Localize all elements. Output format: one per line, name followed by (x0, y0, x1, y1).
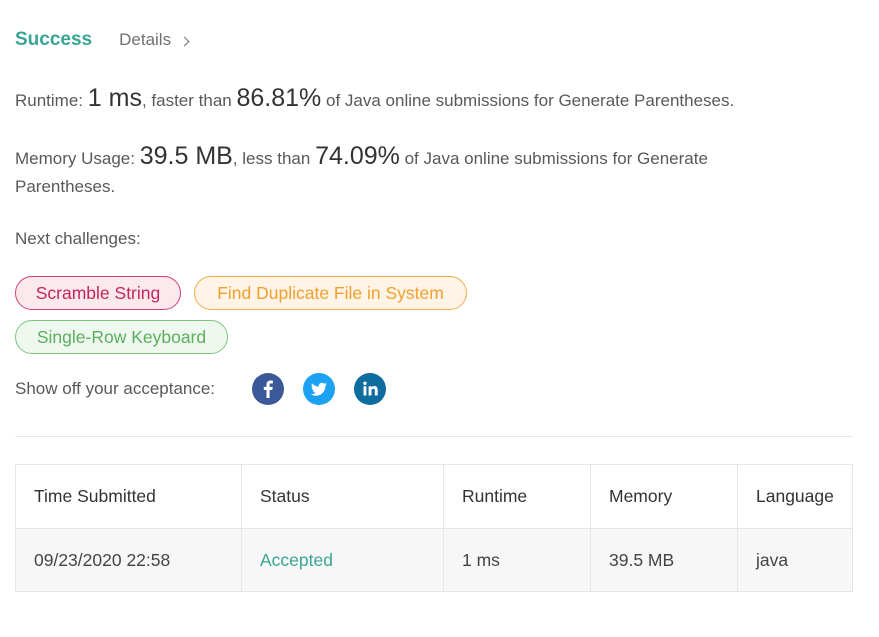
column-header-runtime: Runtime (443, 464, 591, 529)
memory-compare: , less than (232, 149, 311, 168)
memory-stat: Memory Usage: 39.5 MB, less than 74.09% … (15, 142, 815, 201)
details-link[interactable]: Details (119, 30, 190, 50)
runtime-value: 1 ms (87, 84, 142, 112)
column-header-memory: Memory (590, 464, 738, 529)
memory-label: Memory Usage: (15, 149, 135, 168)
runtime-label: Runtime: (15, 91, 84, 110)
column-header-language: Language (737, 464, 853, 529)
memory-value: 39.5 MB (139, 142, 233, 170)
memory-percent: 74.09% (315, 142, 400, 170)
column-header-time-submitted: Time Submitted (15, 464, 242, 529)
challenge-chip-scramble-string[interactable]: Scramble String (15, 276, 181, 310)
chevron-right-icon (179, 36, 190, 46)
runtime-stat: Runtime: 1 ms, faster than 86.81% of Jav… (15, 84, 815, 115)
cell-time-submitted: 09/23/2020 22:58 (15, 528, 242, 592)
submissions-table: Time Submitted Status Runtime Memory Lan… (15, 464, 853, 592)
runtime-suffix: of Java online submissions for Generate … (326, 91, 735, 110)
challenge-chip-find-duplicate-file[interactable]: Find Duplicate File in System (194, 276, 467, 310)
cell-memory: 39.5 MB (590, 528, 738, 592)
facebook-icon[interactable] (252, 373, 285, 405)
table-row: 09/23/2020 22:58 Accepted 1 ms 39.5 MB j… (15, 528, 853, 592)
result-status: Success (15, 29, 93, 50)
cell-runtime: 1 ms (443, 528, 591, 592)
share-label: Show off your acceptance: (15, 379, 216, 398)
memory-suffix-line2: Parentheses. (15, 177, 116, 196)
cell-language: java (737, 528, 853, 592)
table-header-row: Time Submitted Status Runtime Memory Lan… (15, 464, 853, 529)
section-divider (15, 436, 853, 437)
result-header: Success Details (15, 29, 190, 51)
details-label: Details (119, 30, 172, 49)
linkedin-icon[interactable] (354, 373, 387, 405)
runtime-compare: , faster than (141, 91, 232, 110)
twitter-icon[interactable] (303, 373, 336, 405)
share-row: Show off your acceptance: (15, 373, 405, 405)
runtime-percent: 86.81% (236, 84, 322, 112)
column-header-status: Status (241, 464, 444, 529)
memory-suffix-line1: of Java online submissions for Generate (404, 149, 708, 168)
cell-status-accepted[interactable]: Accepted (241, 528, 444, 592)
challenge-chip-single-row-keyboard[interactable]: Single-Row Keyboard (15, 320, 228, 354)
next-challenges-label: Next challenges: (15, 229, 141, 248)
